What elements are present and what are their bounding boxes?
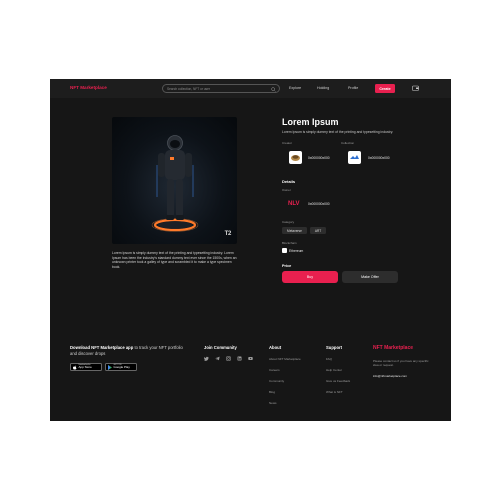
about-link[interactable]: Blog: [269, 390, 275, 394]
collection-address[interactable]: 0x000000x000: [368, 156, 390, 160]
art-watermark: T2: [224, 231, 232, 237]
search-input[interactable]: [167, 86, 275, 91]
creator-avatar[interactable]: [289, 151, 302, 164]
footer-email[interactable]: info@nftmarketplace.com: [373, 374, 407, 378]
nav-explore[interactable]: Explore: [289, 86, 301, 90]
telegram-icon[interactable]: [215, 356, 220, 361]
collection-avatar[interactable]: [348, 151, 361, 164]
support-heading: Support: [326, 345, 343, 350]
support-link[interactable]: Give us Feedback: [326, 379, 350, 383]
about-link[interactable]: News: [269, 401, 277, 405]
twitter-icon[interactable]: [204, 356, 209, 361]
linkedin-icon[interactable]: [237, 356, 242, 361]
support-link[interactable]: FAQ: [326, 357, 332, 361]
owner-avatar[interactable]: NLV: [288, 199, 302, 206]
creator-label: Creator: [282, 141, 293, 145]
price-heading: Price: [282, 264, 292, 268]
nav-profile[interactable]: Profile: [348, 86, 358, 90]
category-tag[interactable]: Metaverse: [282, 227, 307, 234]
collection-label: Collection: [341, 141, 355, 145]
about-link[interactable]: Careers: [269, 368, 280, 372]
about-heading: About: [269, 345, 282, 350]
owner-address[interactable]: 0x000000x000: [308, 202, 330, 206]
about-link[interactable]: Community: [269, 379, 284, 383]
ethereum-icon: [282, 248, 287, 253]
search-bar[interactable]: [162, 84, 280, 93]
owner-label: Owner: [282, 188, 291, 192]
nft-subtitle: Lorem Ipsum is simply dummy text of the …: [282, 130, 394, 134]
buy-button[interactable]: Buy: [282, 271, 338, 283]
google-play-big: Google Play: [113, 365, 130, 370]
app-store-button[interactable]: Download on the App Store: [70, 363, 102, 371]
apple-icon: [73, 365, 77, 369]
instagram-icon[interactable]: [226, 356, 231, 361]
footer-brand: NFT Marketplace: [373, 345, 414, 351]
app-download-bold: Download NFT Marketplace app: [70, 345, 134, 350]
svg-text:NLV: NLV: [288, 201, 300, 206]
about-link[interactable]: About NFT Marketplace: [269, 357, 301, 361]
nft-artwork: T2: [112, 117, 237, 244]
blockchain-value: Ethereum: [289, 249, 304, 253]
app-frame: NFT Marketplace Explore Holding Profile …: [50, 79, 451, 421]
creator-address[interactable]: 0x000000x000: [308, 156, 330, 160]
search-icon[interactable]: [271, 86, 276, 92]
youtube-icon[interactable]: [248, 356, 253, 361]
category-label: Category: [282, 220, 295, 224]
blockchain-label: Blockchain: [282, 241, 297, 245]
details-heading: Details: [282, 179, 296, 184]
google-play-icon: [108, 364, 112, 370]
wallet-icon[interactable]: [412, 85, 419, 91]
make-offer-button[interactable]: Make Offer: [342, 271, 398, 283]
app-download-text: Download NFT Marketplace app to track yo…: [70, 345, 190, 357]
support-link[interactable]: What is NFT: [326, 390, 343, 394]
google-play-button[interactable]: GET IT ON Google Play: [105, 363, 137, 371]
astronaut-illustration: [151, 135, 199, 232]
create-button[interactable]: Create: [375, 84, 395, 93]
nft-description: Lorem Ipsum is simply dummy text of the …: [112, 251, 237, 269]
community-heading: Join Community: [204, 345, 237, 350]
nft-title: Lorem Ipsum: [282, 117, 339, 127]
support-link[interactable]: Help Center: [326, 368, 342, 372]
app-store-big: App Store: [78, 365, 92, 370]
logo[interactable]: NFT Marketplace: [70, 85, 107, 90]
nav-holding[interactable]: Holding: [317, 86, 329, 90]
category-tag[interactable]: ART: [310, 227, 326, 234]
footer-contact-text: Please contact us if you have any specif…: [373, 359, 429, 368]
top-navbar: NFT Marketplace Explore Holding Profile …: [50, 79, 451, 98]
